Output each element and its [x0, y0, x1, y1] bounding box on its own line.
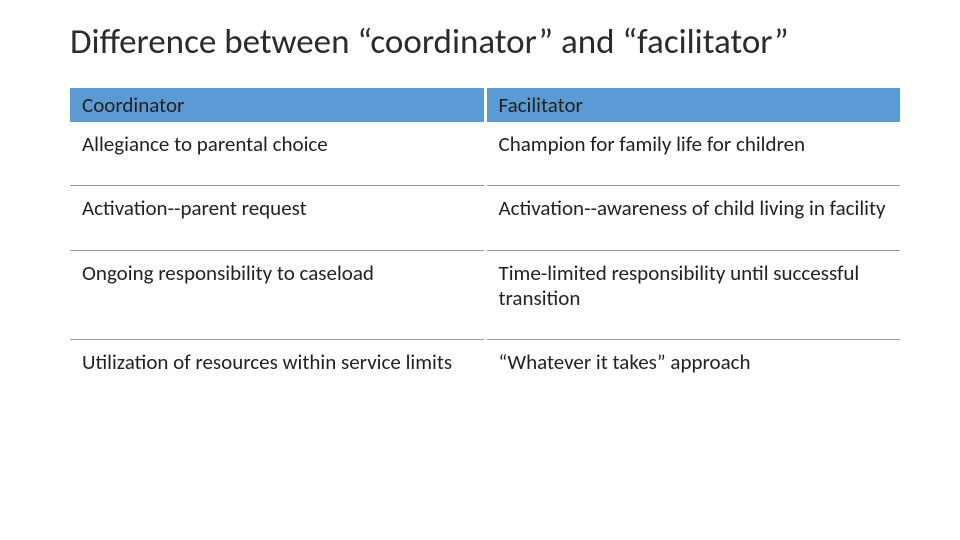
cell-coordinator: Activation--parent request: [70, 186, 485, 250]
header-facilitator: Facilitator: [485, 88, 900, 122]
table-row: Allegiance to parental choice Champion f…: [70, 122, 900, 186]
comparison-table: Coordinator Facilitator Allegiance to pa…: [70, 88, 900, 403]
table-header-row: Coordinator Facilitator: [70, 88, 900, 122]
table-row: Utilization of resources within service …: [70, 340, 900, 404]
cell-facilitator: “Whatever it takes” approach: [485, 340, 900, 404]
cell-coordinator: Utilization of resources within service …: [70, 340, 485, 404]
table-row: Ongoing responsibility to caseload Time-…: [70, 250, 900, 339]
slide: Difference between “coordinator” and “fa…: [0, 0, 960, 540]
cell-coordinator: Ongoing responsibility to caseload: [70, 250, 485, 339]
slide-title: Difference between “coordinator” and “fa…: [70, 22, 900, 62]
header-coordinator: Coordinator: [70, 88, 485, 122]
table-row: Activation--parent request Activation--a…: [70, 186, 900, 250]
cell-facilitator: Activation--awareness of child living in…: [485, 186, 900, 250]
cell-facilitator: Champion for family life for children: [485, 122, 900, 186]
cell-facilitator: Time-limited responsibility until succes…: [485, 250, 900, 339]
cell-coordinator: Allegiance to parental choice: [70, 122, 485, 186]
